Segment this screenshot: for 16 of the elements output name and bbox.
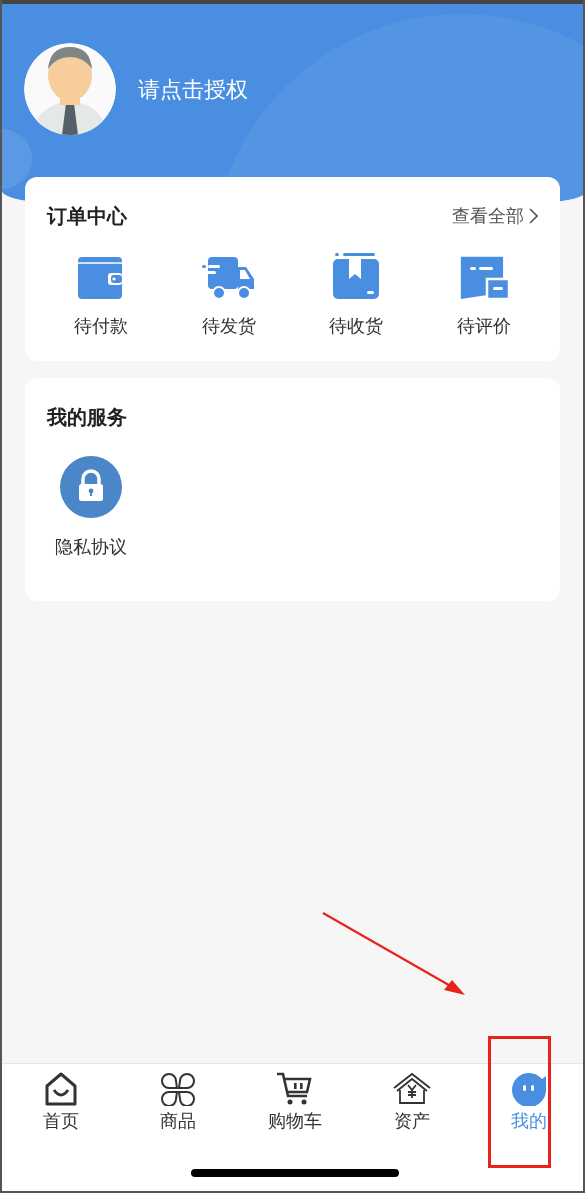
tab-item[interactable]: 购物车 <box>267 1070 322 1135</box>
tab-item[interactable]: 商品 <box>157 1070 198 1135</box>
tab-item[interactable]: 资产 <box>391 1070 432 1135</box>
chevron-right-icon <box>528 208 538 224</box>
service-item[interactable]: 隐私协议 <box>47 456 135 561</box>
order-status-item[interactable]: 待发货 <box>164 253 293 340</box>
section-title: 我的服务 <box>47 405 128 430</box>
order-status-item[interactable]: 待收货 <box>292 253 421 340</box>
order-status-item[interactable]: 待付款 <box>37 253 165 340</box>
view-all-link[interactable]: 查看全部 <box>452 202 538 230</box>
avatar-icon[interactable] <box>24 43 116 135</box>
tab-item[interactable]: 首页 <box>40 1070 81 1135</box>
order-status-item[interactable]: 待评价 <box>420 253 548 340</box>
section-title: 订单中心 <box>47 204 127 229</box>
house-yen-icon <box>391 1070 432 1106</box>
lock-icon <box>60 456 122 518</box>
